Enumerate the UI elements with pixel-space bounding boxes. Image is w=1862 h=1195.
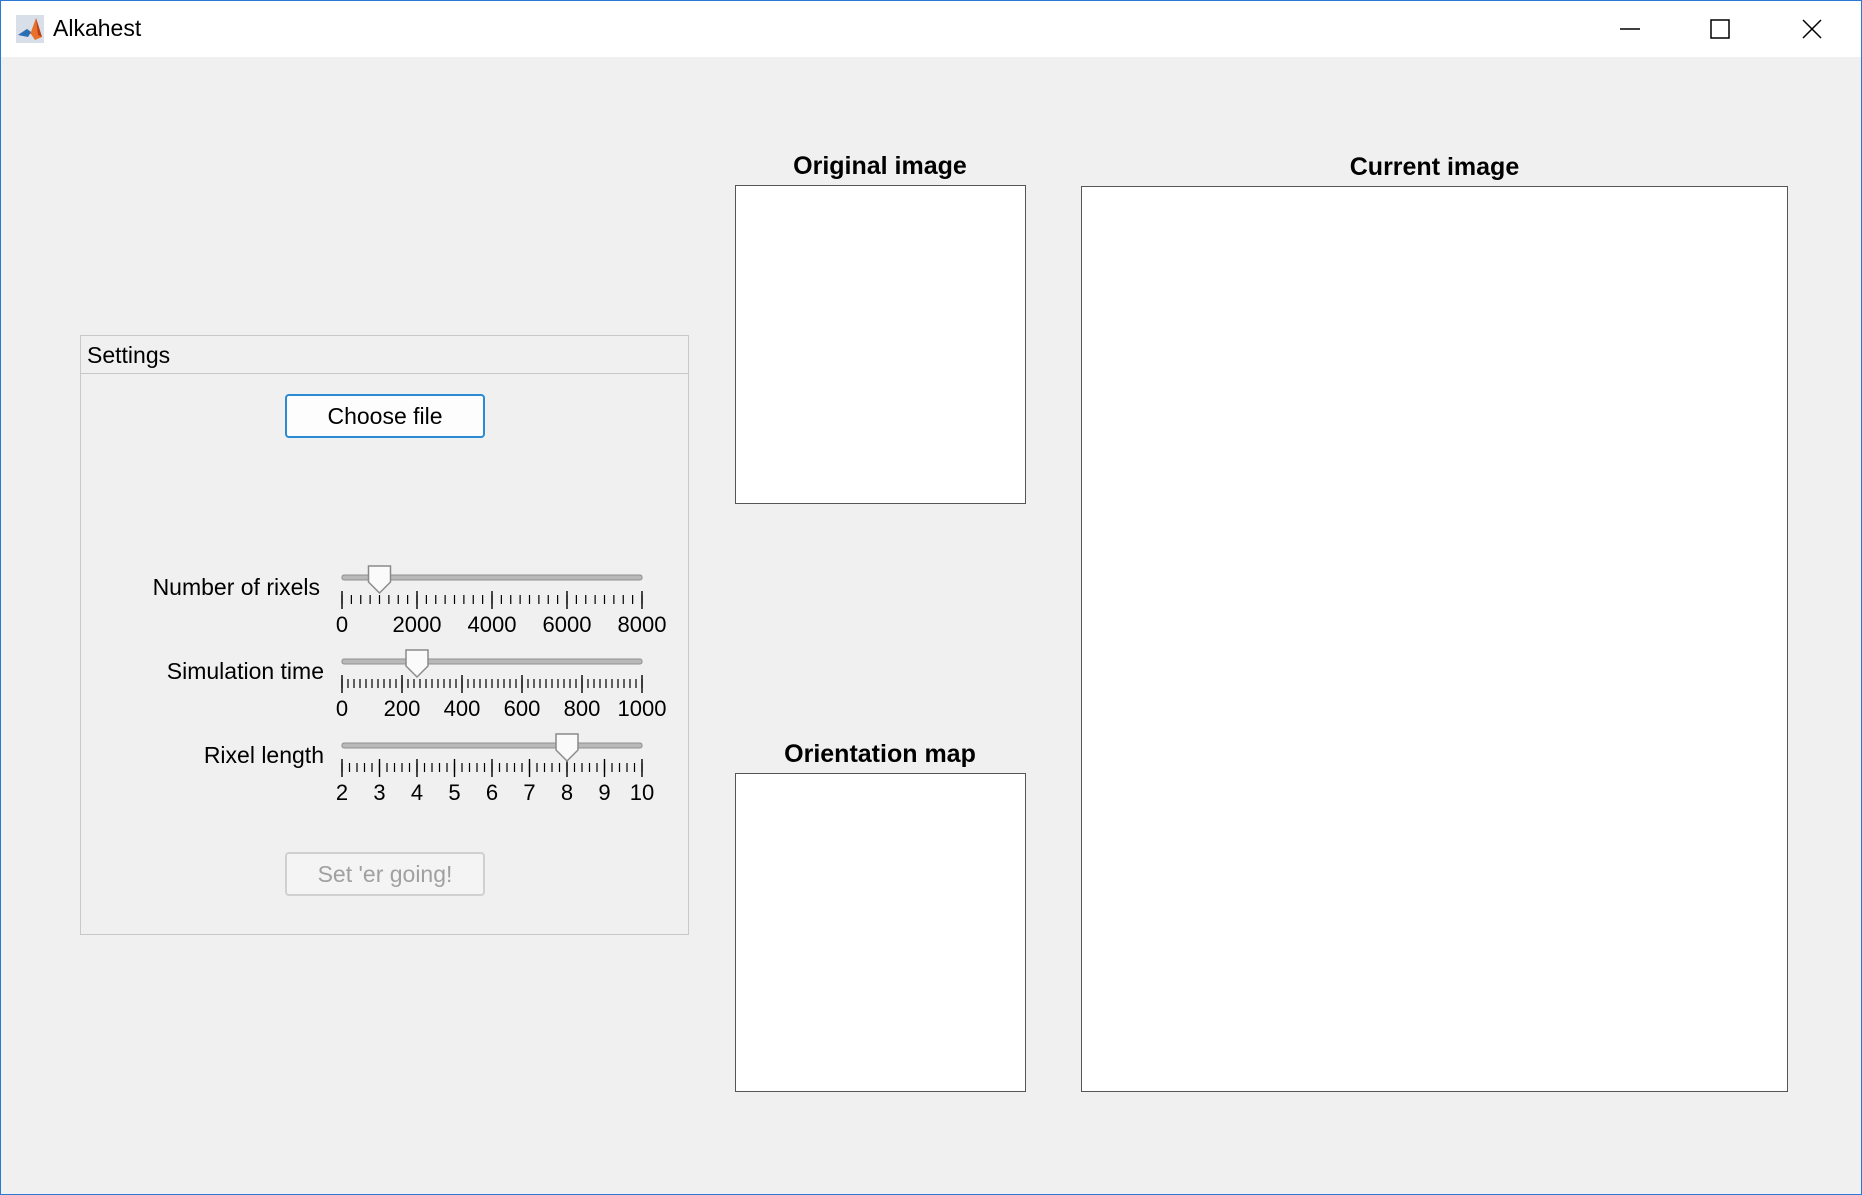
window-title: Alkahest [53,15,142,41]
set-er-going-button[interactable]: Set 'er going! [285,852,485,896]
settings-panel-header: Settings [81,336,688,374]
slider-thumb [367,565,392,595]
slider-tick-label: 9 [598,780,610,805]
number-of-rixels-slider[interactable]: 0 2000 4000 6000 8000 [336,564,666,644]
orientation-map-axes [735,773,1026,1092]
slider-tick-label: 7 [523,780,535,805]
slider-tick-label: 3 [373,780,385,805]
original-image-title: Original image [793,152,967,180]
slider-tick-label: 6 [486,780,498,805]
matlab-logo-icon [16,15,44,43]
choose-file-button[interactable]: Choose file [285,394,485,438]
slider-tick-label: 200 [384,696,421,721]
title-bar[interactable]: Alkahest [1,1,1861,57]
current-image-title: Current image [1349,153,1520,181]
slider-tick-label: 6000 [543,612,592,637]
slider-tick-label: 4000 [468,612,517,637]
maximize-icon [1710,19,1730,39]
current-image-axes [1081,186,1788,1092]
settings-panel: Settings Choose file Number of rixels 0 2… [80,335,689,935]
slider-graphic: 0 2000 4000 6000 8000 [336,565,666,637]
maximize-button[interactable] [1675,1,1765,57]
slider-tick-label: 0 [336,696,348,721]
slider-tick-label: 8 [561,780,573,805]
slider-thumb [405,649,429,679]
slider-tick-label: 4 [411,780,423,805]
settings-panel-title: Settings [87,342,171,368]
minimize-icon [1620,28,1640,30]
slider-tick-label: 10 [630,780,654,805]
slider-graphic: 2 3 4 5 6 7 8 9 10 [336,733,654,805]
slider-label-simulation-time: Simulation time [166,658,324,684]
slider-graphic: 0 200 400 600 800 1000 [336,649,666,721]
slider-thumb [555,733,579,763]
minimize-button[interactable] [1585,1,1675,57]
slider-label-number-of-rixels: Number of rixels [152,574,320,600]
slider-tick-label: 0 [336,612,348,637]
slider-tick-label: 1000 [618,696,667,721]
slider-track [341,742,643,749]
slider-tick-label: 8000 [618,612,667,637]
slider-tick-label: 600 [504,696,541,721]
close-button[interactable] [1767,1,1857,57]
slider-tick-label: 5 [448,780,460,805]
slider-tick-label: 400 [444,696,481,721]
slider-tick-label: 2 [336,780,348,805]
original-image-axes [735,185,1026,504]
slider-tick-label: 2000 [393,612,442,637]
rixel-length-slider[interactable]: 2 3 4 5 6 7 8 9 10 [336,732,654,812]
app-window: Alkahest Settings Choose file Number of … [0,0,1862,1195]
close-icon [1802,19,1822,39]
orientation-map-title: Orientation map [784,740,976,768]
slider-track [341,658,643,665]
slider-label-rixel-length: Rixel length [203,742,324,768]
slider-tick-label: 800 [564,696,601,721]
simulation-time-slider[interactable]: 0 200 400 600 800 1000 [336,648,666,728]
